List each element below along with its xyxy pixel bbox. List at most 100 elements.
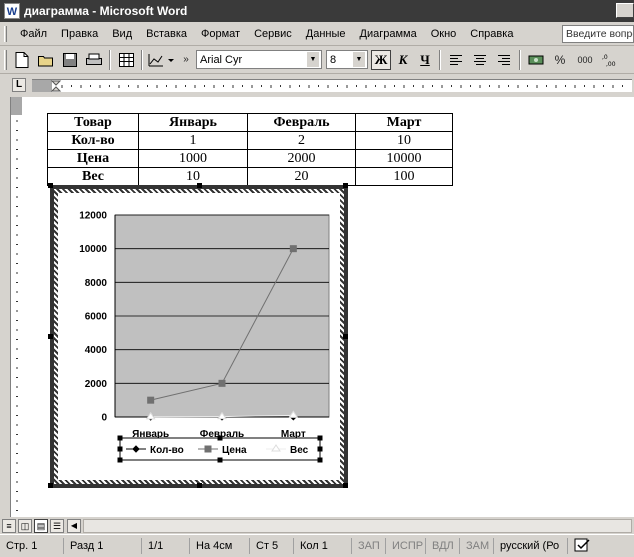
- underline-button[interactable]: Ч: [415, 50, 435, 70]
- y-tick-label: 12000: [79, 211, 107, 222]
- status-line: Ст 5: [250, 538, 294, 554]
- thousands-separator-button[interactable]: 000: [573, 49, 597, 71]
- toolbar-separator: [439, 49, 441, 70]
- table-cell[interactable]: 10: [355, 131, 453, 150]
- table-header-cell[interactable]: Товар: [47, 113, 139, 132]
- menu-window[interactable]: Окно: [424, 28, 464, 40]
- horizontal-ruler[interactable]: L: [0, 75, 634, 97]
- scroll-left-icon[interactable]: ◀: [67, 518, 81, 533]
- menu-format[interactable]: Формат: [194, 28, 247, 40]
- menu-chart[interactable]: Диаграмма: [353, 28, 424, 40]
- new-document-icon[interactable]: [11, 49, 33, 71]
- data-point: [218, 379, 226, 387]
- table-header-cell[interactable]: Февраль: [247, 113, 356, 132]
- save-disk-icon[interactable]: [59, 49, 81, 71]
- table-row-label[interactable]: Цена: [47, 149, 139, 168]
- font-name-combo[interactable]: Arial Cyr ▼: [196, 50, 322, 69]
- menu-bar-grip[interactable]: [4, 25, 7, 42]
- status-pages: 1/1: [142, 538, 190, 554]
- chart-type-icon[interactable]: [147, 49, 177, 71]
- menu-insert[interactable]: Вставка: [139, 28, 194, 40]
- chart-object-frame[interactable]: 0 2000 4000 6000 8000 10000 12000 Январь Февраль…: [50, 185, 348, 488]
- ruler-ticks: [50, 80, 623, 92]
- datasheet-icon[interactable]: [115, 49, 137, 71]
- align-left-icon[interactable]: [445, 49, 467, 71]
- bold-button[interactable]: Ж: [371, 49, 391, 70]
- print-icon[interactable]: [83, 49, 105, 71]
- table-cell[interactable]: 2000: [247, 149, 356, 168]
- resize-handle[interactable]: [343, 334, 348, 339]
- data-point: [289, 245, 297, 253]
- status-overtype[interactable]: ЗАМ: [460, 538, 494, 554]
- table-cell[interactable]: 1000: [138, 149, 248, 168]
- toolbar-separator: [109, 49, 111, 70]
- chevron-down-icon[interactable]: ▼: [353, 52, 365, 67]
- web-view-icon[interactable]: ◫: [18, 518, 32, 533]
- resize-handle[interactable]: [197, 483, 202, 488]
- y-tick-label: 6000: [85, 312, 108, 323]
- scrollbar-track[interactable]: [83, 518, 632, 533]
- table-row-label[interactable]: Кол-во: [47, 131, 139, 150]
- menu-tools[interactable]: Сервис: [247, 28, 299, 40]
- spelling-status-icon[interactable]: [568, 538, 598, 554]
- data-table[interactable]: Товар Январь Февраль Март Кол-во 1 2 10 …: [47, 113, 453, 186]
- normal-view-icon[interactable]: ≡: [2, 518, 16, 533]
- status-track-changes[interactable]: ИСПР: [386, 538, 426, 554]
- svg-text:,00: ,00: [606, 61, 616, 67]
- document-page[interactable]: Товар Январь Февраль Март Кол-во 1 2 10 …: [22, 97, 634, 517]
- open-folder-icon[interactable]: [35, 49, 57, 71]
- table-cell[interactable]: 20: [247, 167, 356, 186]
- resize-handle[interactable]: [343, 183, 348, 188]
- horizontal-scrollbar[interactable]: ≡ ◫ ▤ ☰ ◀: [0, 517, 634, 534]
- toolbar-grip[interactable]: [4, 49, 7, 70]
- status-language[interactable]: русский (Ро: [494, 538, 568, 554]
- increase-decimal-icon[interactable]: ,0,00: [599, 49, 621, 71]
- resize-handle[interactable]: [48, 334, 53, 339]
- help-question-input[interactable]: Введите вопрос: [562, 25, 634, 43]
- menu-data[interactable]: Данные: [299, 28, 353, 40]
- toolbar-overflow-chevron-icon[interactable]: »: [179, 49, 193, 71]
- vertical-ruler-strip: [10, 97, 23, 517]
- menu-file[interactable]: Файл: [13, 28, 54, 40]
- menu-help[interactable]: Справка: [463, 28, 520, 40]
- legend-handle: [217, 435, 223, 441]
- table-cell[interactable]: 10000: [355, 149, 453, 168]
- print-layout-view-icon[interactable]: ▤: [34, 518, 48, 533]
- legend-handle: [117, 457, 123, 463]
- outline-view-icon[interactable]: ☰: [50, 518, 64, 533]
- status-record[interactable]: ЗАП: [352, 538, 386, 554]
- menu-edit[interactable]: Правка: [54, 28, 105, 40]
- window-control-button[interactable]: [616, 3, 634, 18]
- font-size-value: 8: [330, 53, 337, 66]
- vertical-ruler[interactable]: [0, 97, 23, 517]
- table-header-cell[interactable]: Январь: [138, 113, 248, 132]
- table-cell[interactable]: 1: [138, 131, 248, 150]
- tab-selector[interactable]: L: [12, 78, 26, 92]
- table-row-label[interactable]: Вес: [47, 167, 139, 186]
- resize-handle[interactable]: [48, 483, 53, 488]
- menu-view[interactable]: Вид: [105, 28, 139, 40]
- table-cell[interactable]: 100: [355, 167, 453, 186]
- currency-style-icon[interactable]: [525, 49, 547, 71]
- word-app-icon[interactable]: W: [4, 3, 20, 19]
- resize-handle[interactable]: [343, 483, 348, 488]
- italic-button[interactable]: К: [393, 50, 413, 70]
- chevron-down-icon[interactable]: ▼: [307, 52, 319, 67]
- title-bar: W диаграмма - Microsoft Word: [0, 0, 634, 22]
- legend-handle: [317, 446, 323, 452]
- table-row: Кол-во 1 2 10: [47, 131, 453, 150]
- table-cell[interactable]: 10: [138, 167, 248, 186]
- line-chart[interactable]: 020004000600080001000012000Январь Февраль…: [58, 193, 340, 480]
- status-column: Кол 1: [294, 538, 352, 554]
- font-size-combo[interactable]: 8 ▼: [326, 50, 368, 69]
- chart-area[interactable]: 0 2000 4000 6000 8000 10000 12000 Январь Февраль…: [58, 193, 340, 480]
- table-cell[interactable]: 2: [247, 131, 356, 150]
- align-center-icon[interactable]: [469, 49, 491, 71]
- resize-handle[interactable]: [197, 183, 202, 188]
- status-position: На 4см: [190, 538, 250, 554]
- table-header-cell[interactable]: Март: [355, 113, 453, 132]
- resize-handle[interactable]: [48, 183, 53, 188]
- status-extend[interactable]: ВДЛ: [426, 538, 460, 554]
- align-right-icon[interactable]: [493, 49, 515, 71]
- percent-style-button[interactable]: %: [549, 49, 571, 71]
